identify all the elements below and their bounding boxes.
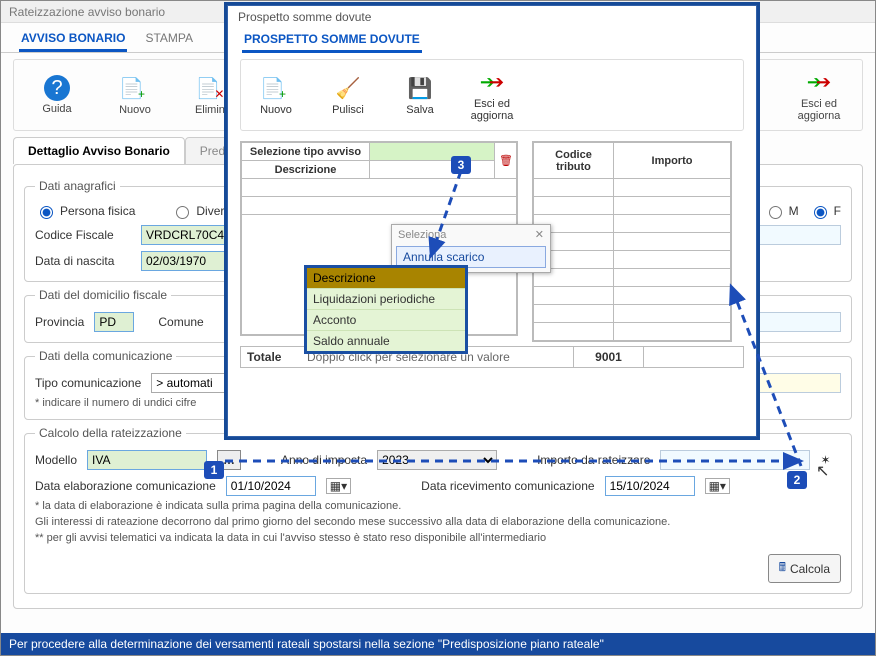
calendar-icon-2[interactable]: ▦▾ bbox=[705, 478, 730, 494]
popup-save-button[interactable]: 💾 Salva bbox=[395, 74, 445, 116]
dropdown-descrizione: Descrizione Liquidazioni periodiche Acco… bbox=[304, 265, 468, 354]
data-elaborazione-label: Data elaborazione comunicazione bbox=[35, 479, 216, 493]
popup-exit-button[interactable]: ➔➔ Esci ed aggiorna bbox=[467, 68, 517, 122]
new-button[interactable]: 📄+ Nuovo bbox=[110, 74, 160, 116]
nota2: Gli interessi di rateazione decorrono da… bbox=[35, 516, 841, 528]
dropdown-item-liquidazioni[interactable]: Liquidazioni periodiche bbox=[307, 288, 465, 309]
document-plus-icon: 📄+ bbox=[262, 74, 290, 102]
radio-sex-m[interactable]: M bbox=[764, 203, 799, 219]
popup-tabs: PROSPETTO SOMME DOVUTE bbox=[228, 28, 756, 53]
delete-label: Elimina bbox=[195, 104, 231, 116]
dropdown-header: Descrizione bbox=[307, 268, 465, 288]
tab-stampa[interactable]: STAMPA bbox=[143, 27, 195, 52]
col-codice-tributo: Codice tributo bbox=[534, 143, 614, 179]
group-rateizzazione: Calcolo della rateizzazione Modello … An… bbox=[24, 426, 852, 594]
exit-update-button[interactable]: ➔➔ Esci ed aggiorna bbox=[794, 68, 844, 122]
step-badge-1: 1 bbox=[204, 461, 224, 479]
exit-arrow-icon: ➔➔ bbox=[805, 68, 833, 96]
tab-avviso-bonario[interactable]: AVVISO BONARIO bbox=[19, 27, 127, 52]
broom-icon: 🧹 bbox=[334, 74, 362, 102]
dropdown-item-saldo[interactable]: Saldo annuale bbox=[307, 330, 465, 351]
popup-toolbar: 📄+ Nuovo 🧹 Pulisci 💾 Salva ➔➔ Esci ed ag… bbox=[240, 59, 744, 131]
cursor-icon: ↖ bbox=[816, 461, 829, 481]
document-x-icon: 📄✕ bbox=[199, 74, 227, 102]
codice-fiscale-label: Codice Fiscale bbox=[35, 228, 131, 242]
col-importo: Importo bbox=[614, 143, 731, 179]
floppy-icon: 💾 bbox=[406, 74, 434, 102]
radio-sex-f[interactable]: F bbox=[809, 203, 841, 219]
popup-tab-prospetto[interactable]: PROSPETTO SOMME DOVUTE bbox=[242, 28, 422, 53]
popup-right-grid[interactable]: Codice tributoImporto bbox=[532, 141, 732, 342]
totale-label: Totale bbox=[241, 347, 301, 367]
popup-clean-button[interactable]: 🧹 Pulisci bbox=[323, 74, 373, 116]
nota3: ** per gli avvisi telematici va indicata… bbox=[35, 532, 841, 544]
importo-label: Importo da rateizzare bbox=[537, 453, 650, 467]
data-nascita-input[interactable] bbox=[141, 251, 231, 271]
comune-label: Comune bbox=[158, 315, 203, 329]
popup-title: Prospetto somme dovute bbox=[228, 6, 756, 28]
exit-arrow-icon: ➔➔ bbox=[478, 68, 506, 96]
col-selezione: Selezione tipo avviso bbox=[242, 143, 370, 161]
radio-persona-fisica[interactable]: Persona fisica bbox=[35, 203, 135, 219]
help-button[interactable]: ? Guida bbox=[32, 75, 82, 115]
new-label: Nuovo bbox=[119, 104, 151, 116]
provincia-label: Provincia bbox=[35, 315, 84, 329]
data-ricevimento-label: Data ricevimento comunicazione bbox=[421, 479, 594, 493]
popup-new-button[interactable]: 📄+ Nuovo bbox=[251, 74, 301, 116]
nota1: * la data di elaborazione è indicata sul… bbox=[35, 500, 841, 512]
help-icon: ? bbox=[44, 75, 70, 101]
group-domicilio-legend: Dati del domicilio fiscale bbox=[35, 288, 171, 302]
exit-label: Esci ed aggiorna bbox=[798, 98, 841, 122]
context-title: Seleziona bbox=[398, 229, 446, 241]
modello-label: Modello bbox=[35, 453, 77, 467]
modello-input[interactable] bbox=[87, 450, 207, 470]
close-icon[interactable]: ✕ bbox=[535, 228, 544, 241]
group-comunicazione-legend: Dati della comunicazione bbox=[35, 349, 176, 363]
step-badge-2: 2 bbox=[787, 471, 807, 489]
col-descrizione: Descrizione bbox=[242, 161, 370, 179]
provincia-input[interactable] bbox=[94, 312, 134, 332]
calcola-button[interactable]: 🖩Calcola bbox=[768, 554, 841, 583]
group-anagrafici-legend: Dati anagrafici bbox=[35, 179, 120, 193]
totale-code: 9001 bbox=[573, 347, 643, 367]
tipo-comunicazione-input[interactable] bbox=[151, 373, 227, 393]
calendar-icon[interactable]: ▦▾ bbox=[326, 478, 351, 494]
delete-row-button[interactable]: 🗑 bbox=[495, 143, 517, 179]
step-badge-3: 3 bbox=[451, 156, 471, 174]
calculator-icon: 🖩 bbox=[779, 558, 786, 579]
dropdown-item-acconto[interactable]: Acconto bbox=[307, 309, 465, 330]
document-plus-icon: 📄+ bbox=[121, 74, 149, 102]
tipo-comunicazione-label: Tipo comunicazione bbox=[35, 376, 141, 390]
popup-prospetto-somme: Prospetto somme dovute PROSPETTO SOMME D… bbox=[227, 5, 757, 437]
data-nascita-label: Data di nascita bbox=[35, 254, 131, 268]
status-bar: Per procedere alla determinazione dei ve… bbox=[1, 633, 875, 655]
anno-select[interactable]: 2023 bbox=[377, 450, 497, 470]
help-label: Guida bbox=[42, 103, 71, 115]
importo-input[interactable] bbox=[660, 450, 810, 470]
subtab-dettaglio[interactable]: Dettaglio Avviso Bonario bbox=[13, 137, 185, 164]
data-ricevimento-input[interactable] bbox=[605, 476, 695, 496]
anno-label: Anno di imposta bbox=[281, 453, 367, 467]
data-elaborazione-input[interactable] bbox=[226, 476, 316, 496]
group-rateizzazione-legend: Calcolo della rateizzazione bbox=[35, 426, 186, 440]
totale-importo bbox=[643, 347, 743, 367]
